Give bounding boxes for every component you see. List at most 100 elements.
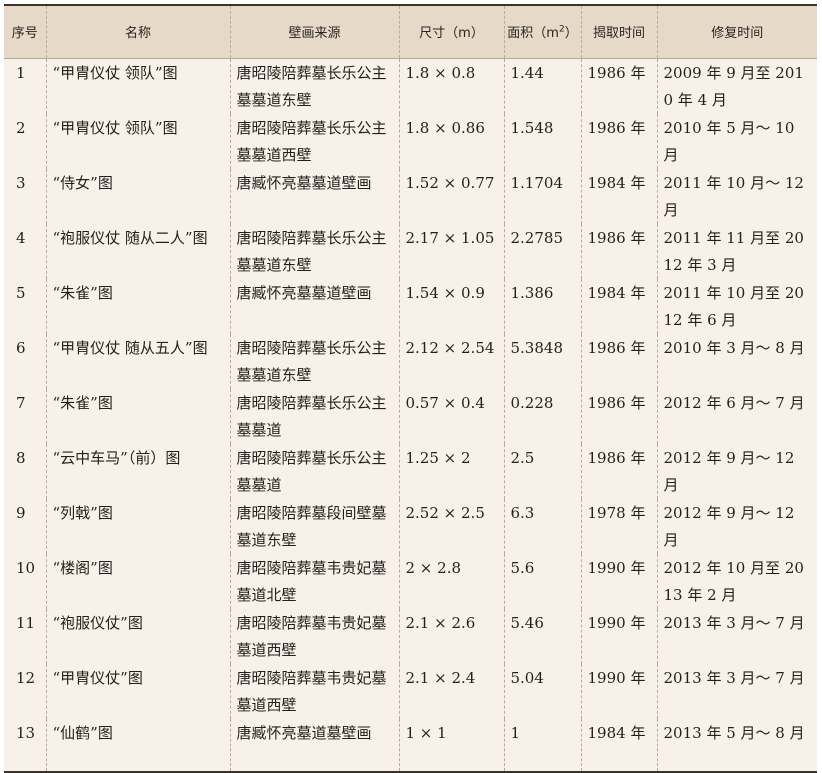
cell-size: 1.52 × 0.77: [398, 168, 504, 224]
table-header: 序号 名称 壁画来源 尺寸（m） 面积（m2） 揭取时间 修复时间: [4, 6, 817, 59]
cell-removal-time: 1984 年: [580, 278, 657, 334]
table-row: 12 “甲胄仪仗”图 唐昭陵陪葬墓韦贵妃墓墓道西壁 2.1 × 2.4 5.04 1990…: [4, 663, 817, 719]
table-row: 6 “甲胄仪仗 随从五人”图 唐昭陵陪葬墓长乐公主墓墓道东壁 2.12 × 2.54 5…: [4, 333, 817, 389]
cell-size: 1.25 × 2: [398, 443, 504, 499]
cell-area: 6.3: [503, 498, 581, 554]
cell-removal-time: 1984 年: [580, 168, 657, 224]
cell-size: 1 × 1: [398, 718, 504, 771]
cell-index: 3: [16, 173, 26, 192]
cell-restoration-time: 2009 年 9 月至 2010 年 4 月: [656, 58, 817, 114]
cell-name: “朱雀”图: [45, 278, 230, 334]
cell-area: 1.44: [503, 58, 581, 114]
header-area-prefix: 面积（m: [507, 26, 559, 42]
cell-restoration-time: 2010 年 3 月～ 8 月: [656, 333, 817, 389]
cell-index: 1: [16, 63, 26, 82]
cell-restoration-time: 2013 年 3 月～ 7 月: [656, 663, 817, 719]
cell-index: 7: [16, 393, 26, 412]
cell-restoration-time: 2011 年 10 月～ 12 月: [656, 168, 817, 224]
cell-source: 唐昭陵陪葬墓长乐公主墓墓道: [229, 388, 399, 444]
cell-name: “朱雀”图: [45, 388, 230, 444]
cell-source: 唐臧怀亮墓墓道壁画: [229, 168, 399, 224]
table-row: 7 “朱雀”图 唐昭陵陪葬墓长乐公主墓墓道 0.57 × 0.4 0.228 1986 年…: [4, 388, 817, 444]
cell-index: 8: [16, 448, 26, 467]
header-index: 序号: [4, 6, 46, 59]
cell-index: 11: [16, 613, 36, 632]
cell-restoration-time: 2013 年 3 月～ 7 月: [656, 608, 817, 664]
cell-source: 唐昭陵陪葬墓韦贵妃墓墓道西壁: [229, 608, 399, 664]
mural-restoration-table: 序号 名称 壁画来源 尺寸（m） 面积（m2） 揭取时间 修复时间 1 “甲胄仪仗…: [4, 6, 817, 771]
cell-size: 2.1 × 2.6: [398, 608, 504, 664]
cell-area: 1.548: [503, 113, 581, 169]
cell-removal-time: 1986 年: [580, 333, 657, 389]
table-row: 1 “甲胄仪仗 领队”图 唐昭陵陪葬墓长乐公主墓墓道东壁 1.8 × 0.8 1.44 1…: [4, 58, 817, 114]
cell-removal-time: 1986 年: [580, 223, 657, 279]
header-area-suffix: ）: [564, 26, 578, 42]
cell-name: “甲胄仪仗 领队”图: [45, 58, 230, 114]
table-row: 4 “袍服仪仗 随从二人”图 唐昭陵陪葬墓长乐公主墓墓道东壁 2.17 × 1.05 2…: [4, 223, 817, 279]
cell-area: 5.04: [503, 663, 581, 719]
table-row: 3 “侍女”图 唐臧怀亮墓墓道壁画 1.52 × 0.77 1.1704 1984 年 20…: [4, 168, 817, 224]
cell-name: “仙鹤”图: [45, 718, 230, 771]
cell-removal-time: 1990 年: [580, 608, 657, 664]
cell-restoration-time: 2012 年 9 月～ 12 月: [656, 443, 817, 499]
cell-index: 5: [16, 283, 26, 302]
cell-size: 1.8 × 0.86: [398, 113, 504, 169]
mural-restoration-table-container: 序号 名称 壁画来源 尺寸（m） 面积（m2） 揭取时间 修复时间 1 “甲胄仪仗…: [4, 4, 817, 773]
cell-removal-time: 1984 年: [580, 718, 657, 771]
cell-size: 2.12 × 2.54: [398, 333, 504, 389]
cell-source: 唐昭陵陪葬墓长乐公主墓墓道西壁: [229, 113, 399, 169]
cell-index: 6: [16, 338, 26, 357]
table-row: 10 “楼阁”图 唐昭陵陪葬墓韦贵妃墓墓道北壁 2 × 2.8 5.6 1990 年 201…: [4, 553, 817, 609]
cell-removal-time: 1986 年: [580, 388, 657, 444]
cell-source: 唐臧怀亮墓道墓壁画: [229, 718, 399, 771]
header-size: 尺寸（m）: [398, 6, 504, 59]
cell-name: “楼阁”图: [45, 553, 230, 609]
cell-removal-time: 1986 年: [580, 113, 657, 169]
cell-name: “云中车马”（前）图: [45, 443, 230, 499]
cell-area: 5.46: [503, 608, 581, 664]
cell-index: 2: [16, 118, 26, 137]
cell-name: “甲胄仪仗 领队”图: [45, 113, 230, 169]
cell-size: 1.54 × 0.9: [398, 278, 504, 334]
cell-area: 1.386: [503, 278, 581, 334]
cell-source: 唐昭陵陪葬墓长乐公主墓墓道东壁: [229, 58, 399, 114]
cell-name: “袍服仪仗”图: [45, 608, 230, 664]
cell-source: 唐昭陵陪葬墓韦贵妃墓墓道西壁: [229, 663, 399, 719]
cell-name: “甲胄仪仗”图: [45, 663, 230, 719]
cell-area: 5.6: [503, 553, 581, 609]
cell-index: 13: [16, 723, 36, 742]
cell-area: 1: [503, 718, 581, 771]
cell-removal-time: 1990 年: [580, 553, 657, 609]
cell-size: 1.8 × 0.8: [398, 58, 504, 114]
header-name: 名称: [45, 6, 230, 59]
cell-area: 5.3848: [503, 333, 581, 389]
cell-restoration-time: 2010 年 5 月～ 10 月: [656, 113, 817, 169]
cell-restoration-time: 2011 年 11 月至 2012 年 3 月: [656, 223, 817, 279]
cell-source: 唐昭陵陪葬墓长乐公主墓墓道东壁: [229, 333, 399, 389]
cell-index: 4: [16, 228, 26, 247]
cell-size: 2.52 × 2.5: [398, 498, 504, 554]
cell-area: 2.2785: [503, 223, 581, 279]
cell-source: 唐昭陵陪葬墓长乐公主墓墓道: [229, 443, 399, 499]
cell-name: “列戟”图: [45, 498, 230, 554]
table-body: 1 “甲胄仪仗 领队”图 唐昭陵陪葬墓长乐公主墓墓道东壁 1.8 × 0.8 1.44 1…: [4, 58, 817, 771]
cell-size: 2.17 × 1.05: [398, 223, 504, 279]
cell-area: 1.1704: [503, 168, 581, 224]
table-row: 8 “云中车马”（前）图 唐昭陵陪葬墓长乐公主墓墓道 1.25 × 2 2.5 1986 …: [4, 443, 817, 499]
cell-source: 唐臧怀亮墓墓道壁画: [229, 278, 399, 334]
table-row: 5 “朱雀”图 唐臧怀亮墓墓道壁画 1.54 × 0.9 1.386 1984 年 2011…: [4, 278, 817, 334]
cell-area: 2.5: [503, 443, 581, 499]
cell-size: 2.1 × 2.4: [398, 663, 504, 719]
cell-size: 0.57 × 0.4: [398, 388, 504, 444]
cell-source: 唐昭陵陪葬墓长乐公主墓墓道东壁: [229, 223, 399, 279]
cell-restoration-time: 2012 年 9 月～ 12 月: [656, 498, 817, 554]
header-area: 面积（m2）: [503, 6, 581, 59]
cell-removal-time: 1986 年: [580, 443, 657, 499]
cell-index: 9: [16, 503, 26, 522]
cell-area: 0.228: [503, 388, 581, 444]
table-row: 13 “仙鹤”图 唐臧怀亮墓道墓壁画 1 × 1 1 1984 年 2013 年 5 月～ …: [4, 718, 817, 771]
header-restoration-time: 修复时间: [656, 6, 817, 59]
header-source: 壁画来源: [229, 6, 399, 59]
cell-removal-time: 1990 年: [580, 663, 657, 719]
cell-source: 唐昭陵陪葬墓韦贵妃墓墓道北壁: [229, 553, 399, 609]
